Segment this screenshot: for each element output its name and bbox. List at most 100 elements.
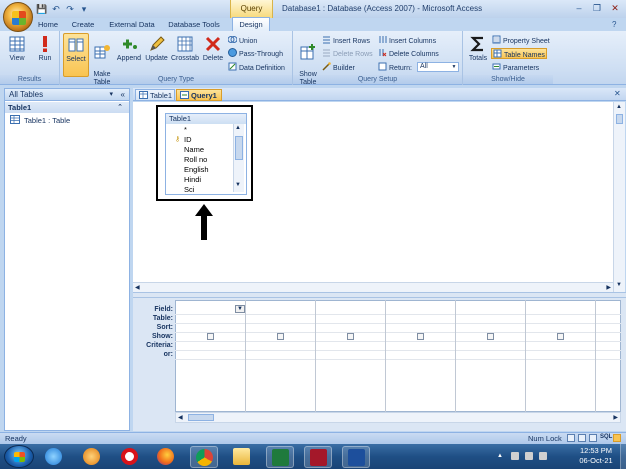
builder-button[interactable]: Builder [322, 62, 355, 73]
start-button[interactable] [4, 445, 34, 468]
restore-button[interactable]: ❐ [588, 2, 606, 14]
scroll-up-icon[interactable]: ▲ [616, 104, 622, 110]
tab-external-data[interactable]: External Data [106, 18, 158, 31]
minimize-button[interactable]: – [570, 2, 588, 14]
run-button[interactable]: Run [32, 33, 58, 77]
pass-through-button[interactable]: Pass-Through [228, 48, 283, 59]
tab-design[interactable]: Design [232, 17, 270, 32]
delete-rows-button[interactable]: Delete Rows [322, 48, 373, 59]
group-collapse-icon[interactable]: ⌃ [117, 102, 123, 113]
nav-item-table1[interactable]: Table1 : Table [10, 115, 70, 126]
field-item[interactable]: Name [184, 145, 204, 155]
parameters-button[interactable]: Parameters [492, 62, 539, 73]
taskbar-explorer[interactable] [228, 446, 256, 468]
close-document-icon[interactable]: ✕ [614, 89, 621, 98]
totals-button[interactable]: Totals [466, 33, 490, 77]
volume-icon[interactable] [539, 452, 547, 460]
show-checkbox[interactable] [417, 333, 424, 340]
show-checkbox[interactable] [487, 333, 494, 340]
show-checkbox[interactable] [207, 333, 214, 340]
close-button[interactable]: ✕ [606, 2, 624, 14]
grid-column-divider[interactable] [595, 300, 596, 412]
field-list-scrollbar[interactable]: ▲ ▼ [233, 124, 244, 192]
update-button[interactable]: Update [144, 33, 169, 77]
scroll-down-icon[interactable]: ▼ [616, 282, 622, 288]
field-item[interactable]: Sci [184, 185, 194, 195]
show-checkbox[interactable] [277, 333, 284, 340]
make-table-button[interactable]: Make Table [90, 33, 114, 86]
nav-collapse-icon[interactable]: « [121, 89, 125, 101]
grid-column-divider[interactable] [455, 300, 456, 412]
design-grid[interactable] [175, 300, 621, 412]
union-button[interactable]: Union [228, 35, 257, 46]
delete-columns-button[interactable]: Delete Columns [378, 48, 439, 59]
scroll-thumb[interactable] [188, 414, 214, 421]
taskbar-media-player[interactable] [78, 446, 106, 468]
scroll-right-icon[interactable]: ▶ [606, 284, 611, 291]
horizontal-scrollbar[interactable]: ◀ ▶ [133, 282, 613, 292]
scroll-down-icon[interactable]: ▼ [235, 182, 241, 188]
show-hidden-icons[interactable]: ▲ [497, 453, 503, 459]
nav-group-table1[interactable]: Table1 ⌃ [5, 102, 129, 113]
scroll-right-icon[interactable]: ▶ [613, 414, 618, 421]
view-button[interactable]: View [3, 33, 31, 77]
tab-create[interactable]: Create [70, 18, 96, 31]
pivot-view-icon[interactable] [578, 434, 586, 442]
field-item[interactable]: Hindi [184, 175, 201, 185]
select-query-button[interactable]: Select [63, 33, 89, 77]
field-item[interactable]: Roll no [184, 155, 207, 165]
nav-pane-header[interactable]: All Tables ▾ « [4, 88, 130, 101]
redo-icon[interactable]: ↷ [64, 3, 76, 15]
taskbar-excel[interactable] [266, 446, 294, 468]
taskbar-ie[interactable] [40, 446, 68, 468]
append-button[interactable]: Append [115, 33, 143, 77]
undo-icon[interactable]: ↶ [50, 3, 62, 15]
doc-tab-table1[interactable]: Table1 [135, 89, 175, 101]
tab-database-tools[interactable]: Database Tools [166, 18, 222, 31]
taskbar-word[interactable] [342, 446, 370, 468]
taskbar-opera[interactable] [116, 446, 144, 468]
taskbar-chrome[interactable] [190, 446, 218, 468]
scroll-up-icon[interactable]: ▲ [235, 125, 241, 131]
taskbar-firefox[interactable] [152, 446, 180, 468]
grid-horizontal-scrollbar[interactable]: ◀ ▶ [175, 412, 621, 423]
field-item[interactable]: ID [184, 135, 192, 145]
grid-column-divider[interactable] [385, 300, 386, 412]
grid-column-divider[interactable] [315, 300, 316, 412]
field-list-title[interactable]: Table1 [166, 114, 246, 124]
return-select[interactable]: All ▼ [417, 62, 459, 72]
datasheet-view-icon[interactable] [567, 434, 575, 442]
field-dropdown-button[interactable]: ▼ [235, 305, 245, 313]
network-icon[interactable] [511, 452, 519, 460]
table-names-button[interactable]: Table Names [491, 48, 547, 59]
scroll-left-icon[interactable]: ◀ [135, 284, 140, 291]
insert-columns-button[interactable]: Insert Columns [378, 35, 436, 46]
grid-column-divider[interactable] [525, 300, 526, 412]
design-view-icon[interactable] [613, 434, 621, 442]
grid-column-divider[interactable] [245, 300, 246, 412]
insert-rows-button[interactable]: Insert Rows [322, 35, 370, 46]
data-definition-button[interactable]: Data Definition [228, 62, 285, 73]
property-sheet-button[interactable]: Property Sheet [492, 35, 550, 46]
scroll-thumb[interactable] [235, 136, 243, 160]
crosstab-button[interactable]: Crosstab [170, 33, 200, 77]
nav-dropdown-icon[interactable]: ▾ [109, 89, 113, 101]
show-table-button[interactable]: Show Table [296, 33, 320, 86]
show-checkbox[interactable] [557, 333, 564, 340]
customize-qat-icon[interactable]: ▾ [78, 3, 90, 15]
sql-view-button[interactable]: SQL [600, 434, 612, 440]
chart-view-icon[interactable] [589, 434, 597, 442]
save-icon[interactable]: 💾 [36, 3, 48, 15]
show-checkbox[interactable] [347, 333, 354, 340]
vertical-scrollbar[interactable]: ▲ ▼ [613, 102, 625, 292]
clock[interactable]: 12:53 PM 06-Oct-21 [575, 446, 617, 466]
battery-icon[interactable] [525, 452, 533, 460]
office-button[interactable] [3, 2, 33, 32]
scroll-left-icon[interactable]: ◀ [178, 414, 183, 421]
taskbar-access[interactable] [304, 446, 332, 468]
tab-home[interactable]: Home [36, 18, 60, 31]
show-desktop-button[interactable] [620, 444, 626, 469]
field-item[interactable]: * [184, 125, 187, 135]
scroll-thumb[interactable] [616, 114, 623, 124]
help-icon[interactable]: ? [612, 20, 616, 29]
